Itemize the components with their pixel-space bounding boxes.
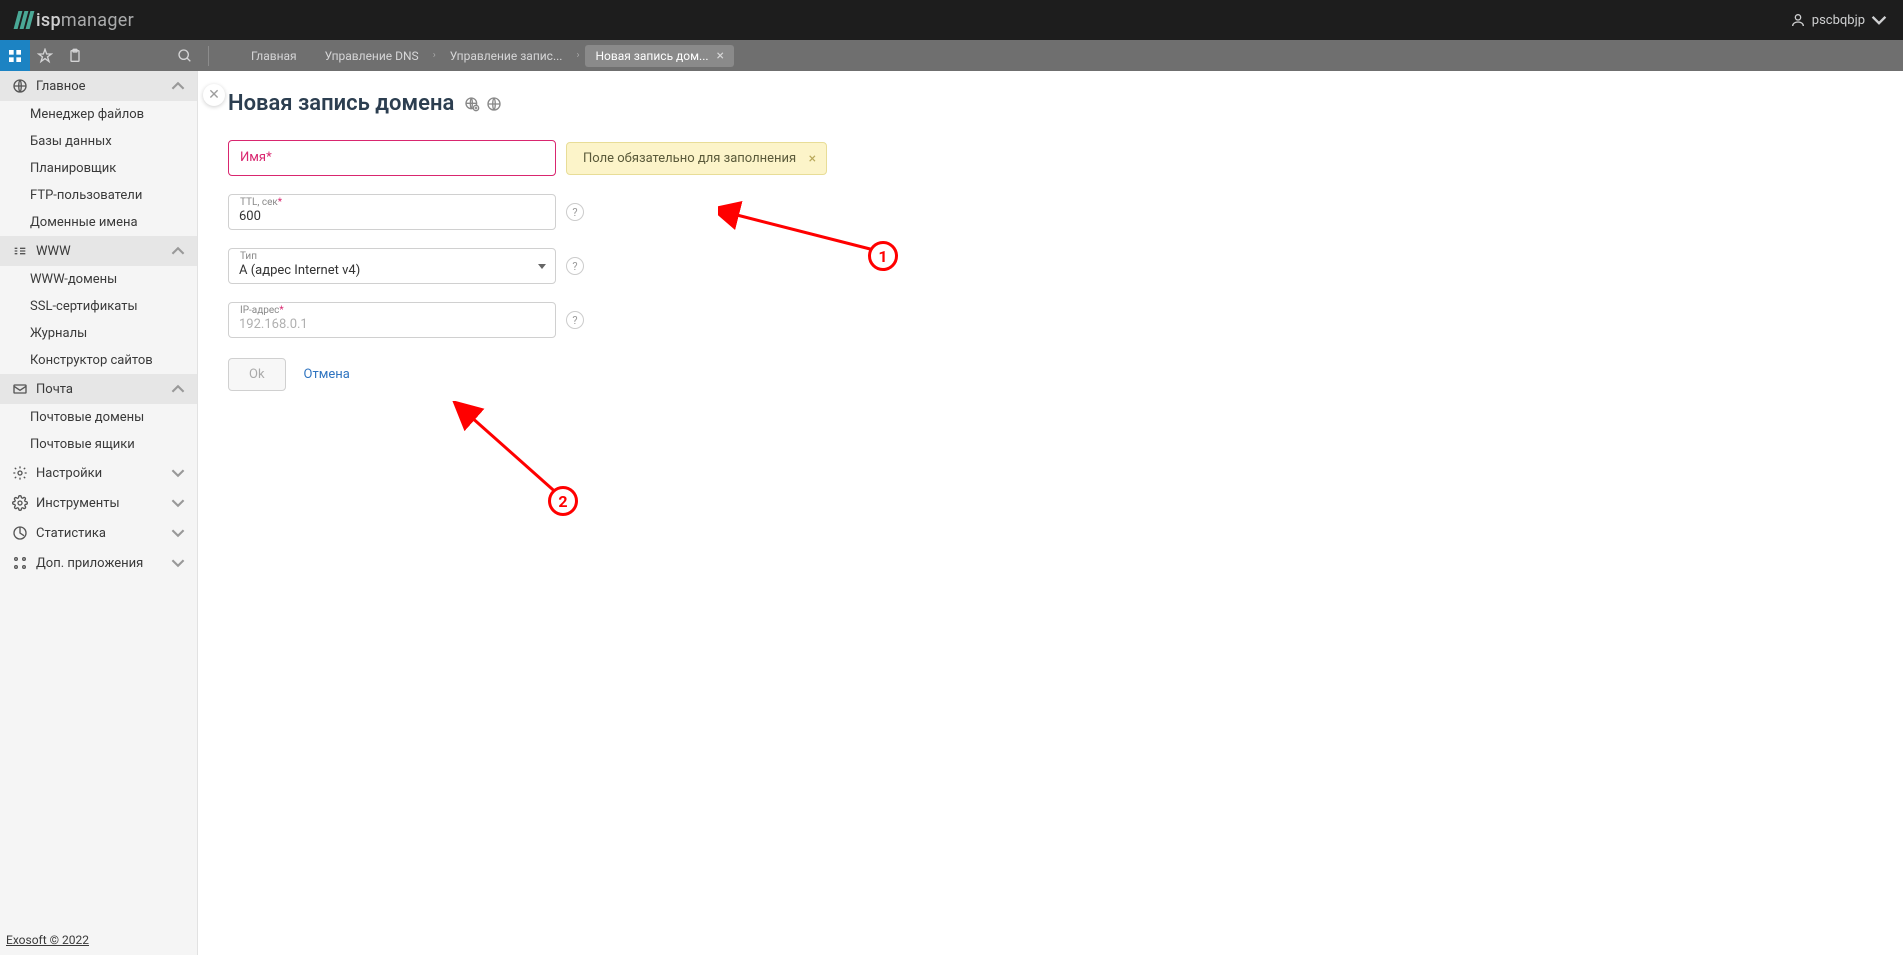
- apps-icon: [12, 555, 28, 571]
- user-icon: [1790, 12, 1806, 28]
- nav-item[interactable]: Почтовые домены: [0, 404, 197, 431]
- name-input[interactable]: [228, 140, 556, 176]
- nav-item[interactable]: Менеджер файлов: [0, 101, 197, 128]
- chevron-down-icon: [171, 556, 185, 570]
- breadcrumb-item[interactable]: Главная: [237, 49, 311, 63]
- clipboard-button[interactable]: [60, 40, 90, 71]
- star-icon: [37, 48, 53, 64]
- name-field: Имя*: [228, 140, 556, 176]
- warning-text: Поле обязательно для заполнения: [583, 151, 796, 166]
- nav-group-label: Почта: [36, 382, 73, 397]
- nav-item[interactable]: Планировщик: [0, 155, 197, 182]
- nav-item[interactable]: WWW-домены: [0, 266, 197, 293]
- favorite-button[interactable]: [30, 40, 60, 71]
- nav-group-settings[interactable]: Настройки: [0, 458, 197, 488]
- breadcrumbs: Главная Управление DNS › Управление запи…: [237, 45, 734, 67]
- clipboard-icon: [67, 48, 83, 64]
- nav-item[interactable]: SSL-сертификаты: [0, 293, 197, 320]
- nav-group-label: Доп. приложения: [36, 556, 143, 571]
- mail-icon: [12, 381, 28, 397]
- globe-plus-icon[interactable]: [464, 96, 480, 112]
- chevron-down-icon: [1871, 12, 1887, 28]
- nav-group-label: Настройки: [36, 466, 102, 481]
- ttl-field: TTL, сек*: [228, 194, 556, 230]
- nav-group-apps[interactable]: Доп. приложения: [0, 548, 197, 578]
- top-header: ispmanager pscbqbjp: [0, 0, 1903, 40]
- globe-icon[interactable]: [486, 96, 502, 112]
- nav-item[interactable]: Почтовые ящики: [0, 431, 197, 458]
- close-panel-button[interactable]: ✕: [203, 84, 225, 106]
- chevron-up-icon: [171, 244, 185, 258]
- nav-item[interactable]: Журналы: [0, 320, 197, 347]
- cancel-button[interactable]: Отмена: [304, 367, 350, 382]
- tab-label: Новая запись дом...: [595, 49, 708, 63]
- nav-group-stats[interactable]: Статистика: [0, 518, 197, 548]
- nav-item[interactable]: FTP-пользователи: [0, 182, 197, 209]
- ok-button[interactable]: Ok: [228, 358, 286, 391]
- chevron-right-icon: ›: [576, 50, 579, 61]
- nav-group-tools[interactable]: Инструменты: [0, 488, 197, 518]
- nav-group-www[interactable]: WWW: [0, 236, 197, 266]
- footer-copyright[interactable]: Exosoft © 2022: [6, 933, 89, 947]
- main-icon: [12, 78, 28, 94]
- type-field: Тип: [228, 248, 556, 284]
- breadcrumb-item[interactable]: Управление запис...: [436, 49, 577, 63]
- grid-icon: [7, 48, 23, 64]
- chevron-down-icon: [171, 466, 185, 480]
- www-icon: [12, 243, 28, 259]
- close-icon[interactable]: ×: [809, 151, 816, 167]
- field-label: Тип: [238, 251, 259, 262]
- toolbar-divider: [208, 46, 209, 66]
- nav-group-mail[interactable]: Почта: [0, 374, 197, 404]
- breadcrumb-item[interactable]: Управление DNS: [311, 49, 433, 63]
- username: pscbqbjp: [1812, 13, 1865, 28]
- breadcrumb-active-tab[interactable]: Новая запись дом... ×: [585, 45, 734, 67]
- nav-item[interactable]: Доменные имена: [0, 209, 197, 236]
- toolbar: Главная Управление DNS › Управление запи…: [0, 40, 1903, 71]
- validation-warning: Поле обязательно для заполнения ×: [566, 142, 827, 175]
- field-label: TTL, сек*: [238, 197, 284, 208]
- logo[interactable]: ispmanager: [16, 10, 134, 31]
- logo-icon: [16, 11, 32, 29]
- nav-group-label: Инструменты: [36, 496, 120, 511]
- chevron-up-icon: [171, 382, 185, 396]
- ip-field: IP-адрес*: [228, 302, 556, 338]
- logo-text: ispmanager: [36, 10, 134, 31]
- main-content: ✕ Новая запись домена Имя* Поле обязател…: [198, 71, 1903, 955]
- help-icon[interactable]: ?: [566, 257, 584, 275]
- chevron-down-icon: [171, 496, 185, 510]
- search-button[interactable]: [170, 48, 200, 64]
- chevron-up-icon: [171, 79, 185, 93]
- home-button[interactable]: [0, 40, 30, 71]
- field-label: IP-адрес*: [238, 305, 286, 316]
- settings-icon: [12, 465, 28, 481]
- tools-icon: [12, 495, 28, 511]
- nav-item[interactable]: Базы данных: [0, 128, 197, 155]
- sidebar: Главное Менеджер файловБазы данныхПланиро…: [0, 71, 198, 955]
- nav-group-label: Главное: [36, 79, 86, 94]
- annotation-badge-2: 2: [548, 486, 578, 516]
- search-icon: [177, 48, 193, 64]
- close-icon[interactable]: ×: [717, 49, 724, 63]
- page-title: Новая запись домена: [228, 91, 454, 116]
- help-icon[interactable]: ?: [566, 311, 584, 329]
- help-icon[interactable]: ?: [566, 203, 584, 221]
- type-select[interactable]: [228, 248, 556, 284]
- nav-group-main[interactable]: Главное: [0, 71, 197, 101]
- user-menu[interactable]: pscbqbjp: [1790, 12, 1887, 28]
- nav-item[interactable]: Конструктор сайтов: [0, 347, 197, 374]
- nav-group-label: Статистика: [36, 526, 106, 541]
- annotation-badge-1: 1: [868, 241, 898, 271]
- chevron-down-icon: [171, 526, 185, 540]
- stats-icon: [12, 525, 28, 541]
- nav-group-label: WWW: [36, 244, 71, 259]
